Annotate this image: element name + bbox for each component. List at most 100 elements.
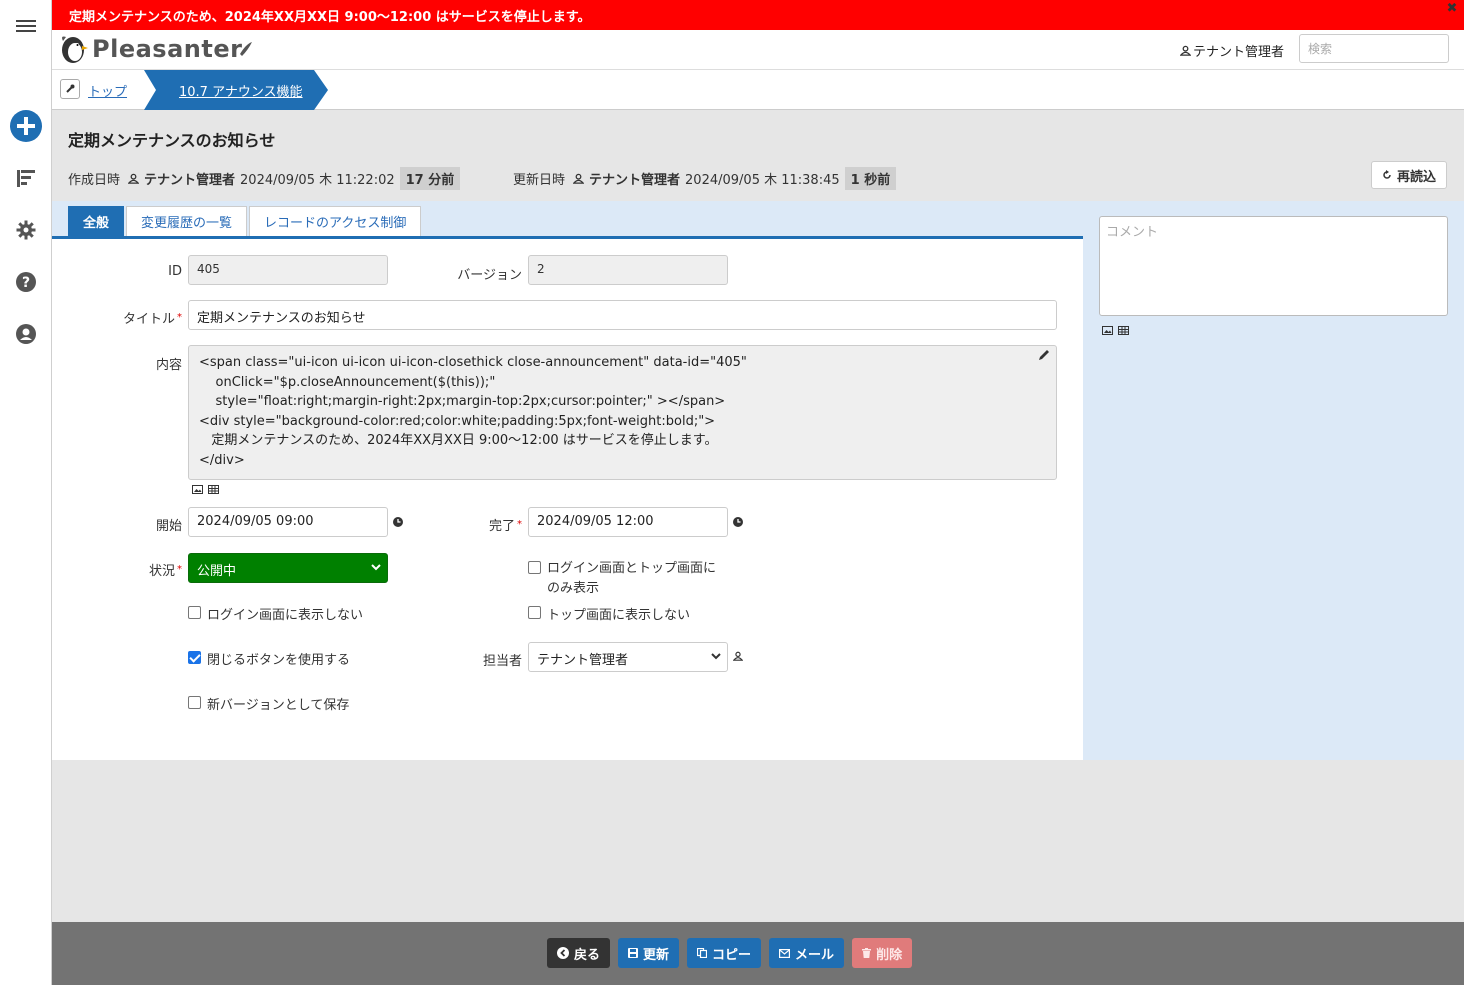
breadcrumb: トップ 10.7 アナウンス機能 [52, 70, 1464, 110]
tab-history[interactable]: 変更履歴の一覧 [126, 206, 248, 236]
refresh-icon [1383, 170, 1391, 179]
footer-toolbar: 戻る 更新 コピー メール 削除 [52, 922, 1464, 985]
image-icon[interactable] [1102, 326, 1113, 335]
pencil-icon[interactable] [1038, 349, 1050, 361]
announcement-text: 定期メンテナンスのため、2024年XX月XX日 9:00～12:00 はサービス… [69, 10, 591, 25]
checkbox-hide-login[interactable]: ログイン画面に表示しない [188, 604, 363, 623]
main-area: 定期メンテナンスのため、2024年XX月XX日 9:00～12:00 はサービス… [52, 0, 1464, 985]
logo[interactable]: Pleasanter [58, 33, 253, 65]
manager-select[interactable]: テナント管理者 [528, 642, 728, 672]
trash-icon [862, 948, 872, 958]
header-user[interactable]: テナント管理者 [1179, 41, 1284, 60]
checkbox-use-close-button[interactable]: 閉じるボタンを使用する [188, 649, 350, 668]
user-icon [128, 173, 140, 184]
chevron-down-icon [371, 564, 381, 571]
checkbox-hide-login-label: ログイン画面に表示しない [207, 608, 364, 623]
reload-label: 再読込 [1396, 169, 1436, 185]
breadcrumb-current[interactable]: 10.7 アナウンス機能 [144, 70, 328, 110]
add-icon[interactable] [10, 110, 42, 142]
id-label: ID [168, 264, 182, 279]
search-input[interactable] [1299, 34, 1449, 63]
menu-icon[interactable] [12, 12, 40, 40]
created-by[interactable]: テナント管理者 [144, 169, 235, 188]
checkbox-hide-login-box[interactable] [188, 606, 201, 619]
user-icon[interactable] [733, 651, 743, 661]
logo-text: Pleasanter [92, 35, 243, 63]
reload-button[interactable]: 再読込 [1370, 161, 1447, 189]
created-meta: 作成日時 テナント管理者 2024/09/05 木 11:22:02 17 分前 [68, 167, 461, 190]
mail-label: メール [795, 947, 835, 963]
body-label: 内容 [155, 358, 182, 373]
comment-attach-icons [1102, 326, 1129, 335]
delete-button[interactable]: 削除 [852, 938, 913, 968]
user-icon [1179, 45, 1191, 56]
tab-bar: 全般 変更履歴の一覧 レコードのアクセス制御 [68, 206, 422, 236]
record-form: ID 405 バージョン 2 タイトル * 定期メンテナンスのお知らせ 内容 <s… [52, 239, 1083, 760]
announcement-bar: 定期メンテナンスのため、2024年XX月XX日 9:00～12:00 はサービス… [52, 0, 1464, 30]
updated-ago-badge: 1 秒前 [844, 167, 897, 190]
clock-icon[interactable] [393, 517, 403, 527]
penguin-logo-icon [62, 36, 88, 63]
copy-button[interactable]: コピー [687, 938, 762, 968]
page-title: 定期メンテナンスのお知らせ [68, 131, 276, 150]
mail-button[interactable]: メール [769, 938, 845, 968]
update-label: 更新 [643, 947, 670, 963]
created-ago-badge: 17 分前 [399, 167, 461, 190]
list-view-icon[interactable] [12, 164, 40, 192]
back-button[interactable]: 戻る [547, 938, 611, 968]
updated-meta: 更新日時 テナント管理者 2024/09/05 木 11:38:45 1 秒前 [513, 167, 897, 190]
checkbox-hide-top-box[interactable] [528, 606, 541, 619]
back-label: 戻る [574, 947, 601, 963]
mail-icon [779, 948, 791, 958]
checkbox-login-top-only-box[interactable] [528, 561, 541, 574]
save-icon [628, 948, 639, 958]
version-field: 2 [528, 255, 728, 285]
page-header: 定期メンテナンスのお知らせ 作成日時 テナント管理者 2024/09/05 木 … [52, 111, 1464, 201]
tab-access-control[interactable]: レコードのアクセス制御 [249, 206, 422, 236]
table-icon[interactable] [1118, 326, 1129, 335]
status-select[interactable]: 公開中 [188, 553, 388, 583]
created-at: 2024/09/05 木 11:22:02 [240, 173, 395, 188]
checkbox-new-version-label: 新バージョンとして保存 [207, 698, 350, 713]
image-icon[interactable] [192, 485, 203, 494]
copy-label: コピー [712, 947, 752, 963]
comment-textarea[interactable] [1099, 216, 1448, 316]
close-icon[interactable]: ✖ [1445, 2, 1459, 16]
update-button[interactable]: 更新 [618, 938, 680, 968]
copy-icon [697, 948, 708, 958]
header: Pleasanter テナント管理者 [52, 30, 1464, 70]
back-arrow-icon [557, 947, 569, 959]
title-input[interactable]: 定期メンテナンスのお知らせ [188, 300, 1057, 330]
gear-icon[interactable] [12, 216, 40, 244]
link-icon[interactable] [60, 79, 80, 99]
checkbox-hide-top[interactable]: トップ画面に表示しない [528, 604, 690, 623]
status-label: 状況 * [148, 564, 182, 579]
checkbox-new-version-box[interactable] [188, 696, 201, 709]
updated-by[interactable]: テナント管理者 [589, 169, 680, 188]
body-field[interactable]: <span class="ui-icon ui-icon ui-icon-clo… [188, 345, 1057, 480]
start-date-input[interactable]: 2024/09/05 09:00 [188, 507, 388, 537]
clock-icon[interactable] [733, 517, 743, 527]
left-sidebar: ? [0, 0, 52, 985]
version-label: バージョン [457, 268, 522, 283]
manager-label: 担当者 [482, 654, 522, 669]
delete-label: 削除 [876, 947, 903, 963]
tab-general[interactable]: 全般 [68, 206, 125, 236]
help-icon[interactable]: ? [12, 268, 40, 296]
end-date-input[interactable]: 2024/09/05 12:00 [528, 507, 728, 537]
created-label: 作成日時 [68, 173, 121, 188]
table-icon[interactable] [208, 485, 219, 494]
checkbox-hide-top-label: トップ画面に表示しない [547, 608, 691, 623]
user-account-icon[interactable] [12, 320, 40, 348]
checkbox-use-close-button-box[interactable] [188, 651, 201, 664]
updated-label: 更新日時 [513, 173, 566, 188]
user-icon [573, 173, 585, 184]
checkbox-use-close-button-label: 閉じるボタンを使用する [207, 653, 351, 668]
header-user-name: テナント管理者 [1192, 45, 1284, 60]
checkbox-login-top-only[interactable]: ログイン画面とトップ画面に のみ表示 [528, 559, 716, 599]
end-label: 完了 * [488, 519, 522, 534]
breadcrumb-top-link[interactable]: トップ [88, 81, 127, 100]
checkbox-new-version[interactable]: 新バージョンとして保存 [188, 694, 349, 713]
body-attach-icons [192, 485, 219, 494]
breadcrumb-current-label[interactable]: 10.7 アナウンス機能 [179, 81, 303, 100]
